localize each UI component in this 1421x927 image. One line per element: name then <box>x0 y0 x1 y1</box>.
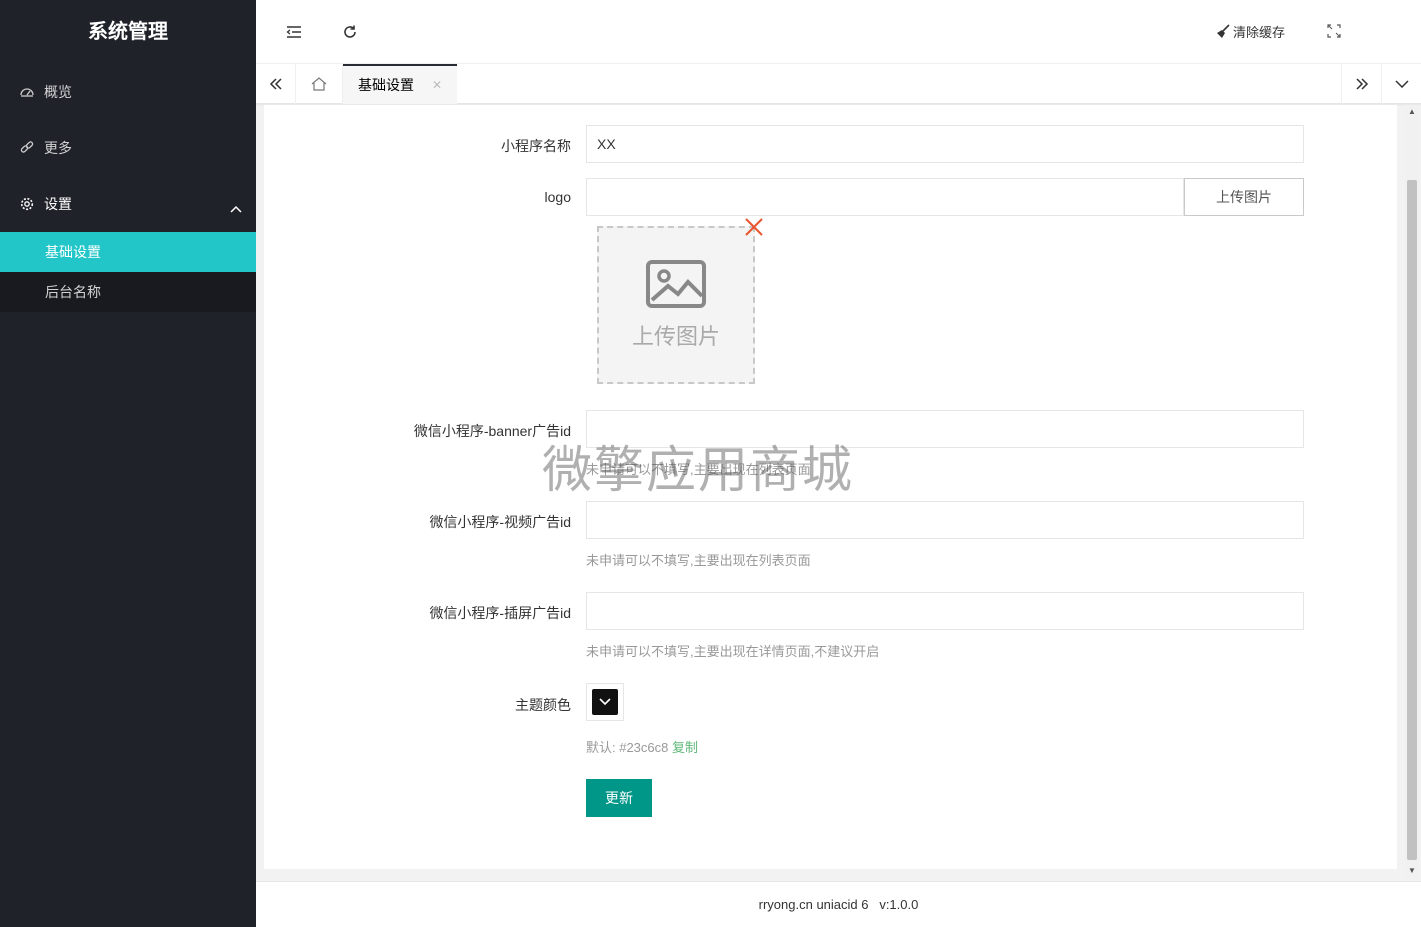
interstitial-ad-label: 微信小程序-插屏广告id <box>429 605 571 621</box>
scrollbar-thumb[interactable] <box>1407 180 1417 860</box>
chevron-down-icon <box>599 698 611 706</box>
sidebar-item-label: 概览 <box>44 84 72 100</box>
tab-label: 基础设置 <box>358 77 414 93</box>
video-ad-label: 微信小程序-视频广告id <box>429 514 571 530</box>
scroll-up-icon[interactable]: ▲ <box>1408 107 1416 116</box>
sidebar-title: 系统管理 <box>88 21 168 43</box>
video-ad-hint: 未申请可以不填写,主要出现在列表页面 <box>586 553 811 568</box>
clear-cache-button[interactable]: 清除缓存 <box>1215 22 1285 41</box>
sidebar-item-basic-settings[interactable]: 基础设置 <box>0 232 256 272</box>
image-upload-preview[interactable]: 上传图片 <box>597 226 755 384</box>
gear-icon <box>20 197 34 211</box>
sidebar: 系统管理 概览 更多 设置 基础设置 后台名称 <box>0 0 256 927</box>
sidebar-item-label: 更多 <box>44 140 72 156</box>
interstitial-ad-input[interactable] <box>586 592 1304 630</box>
top-header: 清除缓存 <box>256 0 1421 64</box>
tabs-scroll-left-icon[interactable] <box>256 64 296 104</box>
content-scrollbar[interactable]: ▲ ▼ <box>1405 105 1419 877</box>
chevron-down-icon[interactable] <box>1381 64 1421 104</box>
theme-color-picker[interactable] <box>586 683 624 721</box>
copy-color-link[interactable]: 复制 <box>672 740 698 755</box>
color-swatch <box>592 689 618 715</box>
upload-image-button[interactable]: 上传图片 <box>1184 178 1304 216</box>
delete-image-icon[interactable] <box>744 217 764 240</box>
fullscreen-icon[interactable] <box>1327 24 1341 41</box>
footer-text: rryong.cn uniacid 6 v:1.0.0 <box>758 897 919 912</box>
settings-submenu: 基础设置 后台名称 <box>0 232 256 312</box>
sidebar-item-overview[interactable]: 概览 <box>0 64 256 120</box>
chevron-up-icon <box>230 200 242 216</box>
refresh-icon[interactable] <box>340 22 360 42</box>
clear-cache-label: 清除缓存 <box>1232 25 1285 40</box>
sidebar-item-settings[interactable]: 设置 <box>0 176 256 232</box>
app-name-label: 小程序名称 <box>501 138 571 154</box>
update-button[interactable]: 更新 <box>586 779 652 817</box>
upload-preview-text: 上传图片 <box>631 323 720 349</box>
default-color-text: 默认: #23c6c8 <box>586 740 669 755</box>
video-ad-input[interactable] <box>586 501 1304 539</box>
tab-basic-settings[interactable]: 基础设置 ✕ <box>343 64 458 105</box>
close-icon[interactable]: ✕ <box>432 65 442 105</box>
dashboard-icon <box>20 85 34 99</box>
home-icon[interactable] <box>296 64 343 104</box>
tabs-bar: 基础设置 ✕ <box>256 64 1421 104</box>
watermark: 微擎应用商城 <box>542 442 854 498</box>
sidebar-item-backend-name[interactable]: 后台名称 <box>0 272 256 312</box>
link-icon <box>20 141 34 155</box>
image-icon <box>646 259 706 311</box>
logo-label: logo <box>544 189 571 205</box>
theme-color-label: 主题颜色 <box>515 697 571 713</box>
broom-icon <box>1215 23 1231 40</box>
scroll-down-icon[interactable]: ▼ <box>1408 866 1416 875</box>
interstitial-ad-hint: 未申请可以不填写,主要出现在详情页面,不建议开启 <box>586 644 880 659</box>
app-name-input[interactable]: XX <box>586 125 1304 163</box>
theme-color-default-hint: 默认: #23c6c8 复制 <box>586 737 698 756</box>
logo-input[interactable] <box>586 178 1184 216</box>
footer: rryong.cn uniacid 6 v:1.0.0 <box>256 881 1421 927</box>
menu-toggle-icon[interactable] <box>284 22 304 42</box>
sidebar-item-more[interactable]: 更多 <box>0 120 256 176</box>
sidebar-item-label: 设置 <box>44 196 72 212</box>
tabs-scroll-right-icon[interactable] <box>1341 64 1381 104</box>
